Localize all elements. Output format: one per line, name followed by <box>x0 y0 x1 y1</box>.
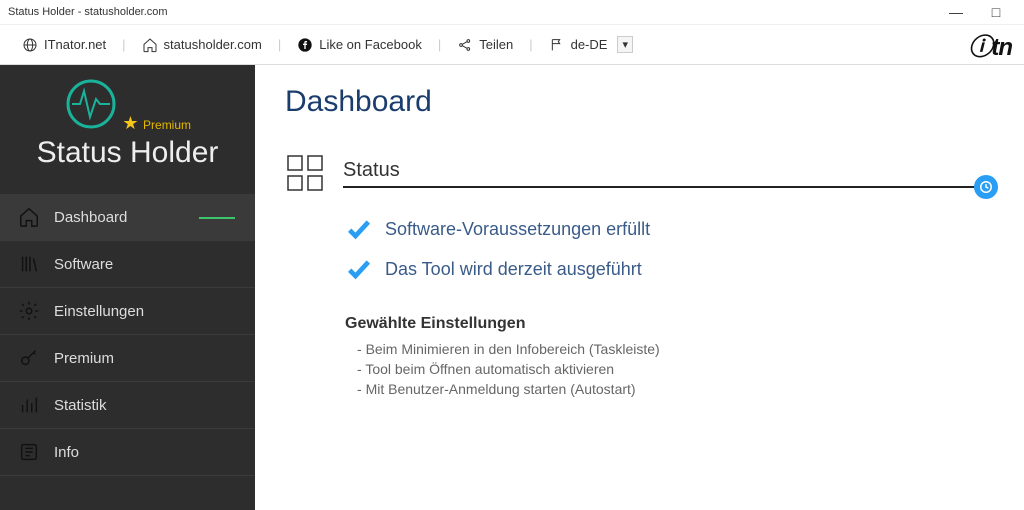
premium-star-icon: ★ <box>122 113 138 133</box>
sidebar-item-dashboard[interactable]: Dashboard <box>0 194 255 241</box>
sidebar-item-label: Software <box>54 256 113 273</box>
app-logo-icon <box>64 77 118 136</box>
sidebar-item-einstellungen[interactable]: Einstellungen <box>0 288 255 335</box>
globe-icon <box>22 37 38 53</box>
check-icon <box>345 215 373 243</box>
maximize-button[interactable]: □ <box>976 4 1016 20</box>
home-icon <box>18 206 40 228</box>
settings-item: Mit Benutzer-Anmeldung starten (Autostar… <box>357 379 994 399</box>
premium-label: Premium <box>143 118 191 132</box>
status-label: Status <box>343 159 994 182</box>
sidebar-item-premium[interactable]: Premium <box>0 335 255 382</box>
main-content: Dashboard Status Software-Voraussetzunge… <box>255 65 1024 510</box>
sidebar: ★ Premium Status Holder Dashboard Softwa… <box>0 65 255 510</box>
check-text: Das Tool wird derzeit ausgeführt <box>385 259 642 280</box>
settings-item: Tool beim Öffnen automatisch aktivieren <box>357 359 994 379</box>
share-icon <box>457 37 473 53</box>
link-label: Like on Facebook <box>319 37 422 52</box>
lang-dropdown-caret[interactable]: ▾ <box>617 36 633 53</box>
sidebar-item-label: Einstellungen <box>54 303 144 320</box>
separator: | <box>272 37 287 52</box>
status-check-item: Software-Voraussetzungen erfüllt <box>345 209 994 249</box>
toolbar: ITnator.net | statusholder.com | Like on… <box>0 25 1024 65</box>
gear-icon <box>18 300 40 322</box>
status-section: Status <box>285 153 994 193</box>
link-label: Teilen <box>479 37 513 52</box>
logo-area: ★ Premium Status Holder <box>0 65 255 188</box>
sidebar-item-label: Statistik <box>54 397 107 414</box>
minimize-button[interactable]: — <box>936 4 976 20</box>
status-check-item: Das Tool wird derzeit ausgeführt <box>345 249 994 289</box>
separator: | <box>116 37 131 52</box>
link-share[interactable]: Teilen <box>447 37 523 53</box>
sidebar-item-label: Info <box>54 444 79 461</box>
brand-logo: ⓘtn <box>968 27 1012 62</box>
bars-icon <box>18 394 40 416</box>
app-name: Status Holder <box>0 136 255 182</box>
key-icon <box>18 347 40 369</box>
lang-label: de-DE <box>571 37 608 52</box>
page-title: Dashboard <box>285 85 994 119</box>
clock-icon <box>974 175 998 199</box>
selected-settings: Gewählte Einstellungen Beim Minimieren i… <box>345 315 994 399</box>
sidebar-item-software[interactable]: Software <box>0 241 255 288</box>
link-itnator[interactable]: ITnator.net <box>12 37 116 53</box>
nav: Dashboard Software Einstellungen Premium <box>0 194 255 476</box>
sidebar-item-label: Dashboard <box>54 209 127 226</box>
status-checks: Software-Voraussetzungen erfüllt Das Too… <box>345 209 994 289</box>
home-icon <box>142 37 158 53</box>
books-icon <box>18 253 40 275</box>
sidebar-item-info[interactable]: Info <box>0 429 255 476</box>
lang-selector[interactable]: de-DE ▾ <box>539 36 643 53</box>
grid-icon <box>285 153 325 193</box>
status-divider <box>343 186 994 188</box>
facebook-icon <box>297 37 313 53</box>
sidebar-item-statistik[interactable]: Statistik <box>0 382 255 429</box>
link-statusholder[interactable]: statusholder.com <box>132 37 272 53</box>
check-icon <box>345 255 373 283</box>
check-text: Software-Voraussetzungen erfüllt <box>385 219 650 240</box>
link-label: statusholder.com <box>164 37 262 52</box>
separator: | <box>432 37 447 52</box>
settings-title: Gewählte Einstellungen <box>345 315 994 333</box>
link-label: ITnator.net <box>44 37 106 52</box>
sidebar-item-label: Premium <box>54 350 114 367</box>
separator: | <box>523 37 538 52</box>
info-icon <box>18 441 40 463</box>
flag-icon <box>549 37 565 53</box>
link-facebook[interactable]: Like on Facebook <box>287 37 432 53</box>
window-title: Status Holder - statusholder.com <box>8 6 168 18</box>
settings-item: Beim Minimieren in den Infobereich (Task… <box>357 339 994 359</box>
